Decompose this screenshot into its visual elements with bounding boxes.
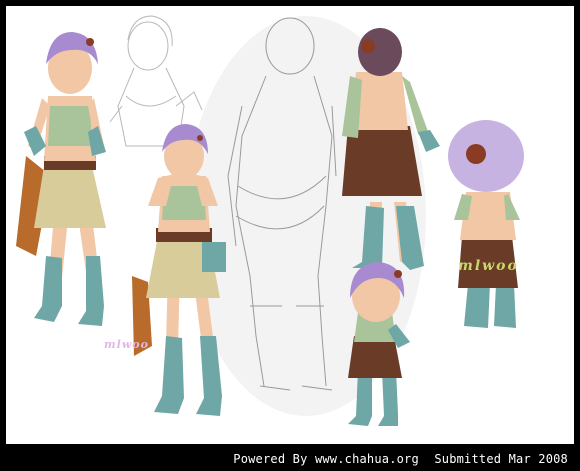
footer-caption: Powered By www.chahua.org Submitted Mar … <box>233 451 568 467</box>
submitted-date-text: Submitted Mar 2008 <box>434 452 568 466</box>
artist-signature-green: mlwoo <box>458 258 519 274</box>
character-sheet-art <box>16 15 524 426</box>
powered-by-text: Powered By www.chahua.org <box>233 452 419 466</box>
artist-signature-pink: mlwoo <box>104 338 149 351</box>
figure-chibi-back <box>448 120 524 328</box>
figure-chibi-front <box>348 262 410 426</box>
figure-standing-heroine <box>16 32 106 326</box>
character-sheet-canvas: mlwoo mlwoo <box>6 6 574 444</box>
